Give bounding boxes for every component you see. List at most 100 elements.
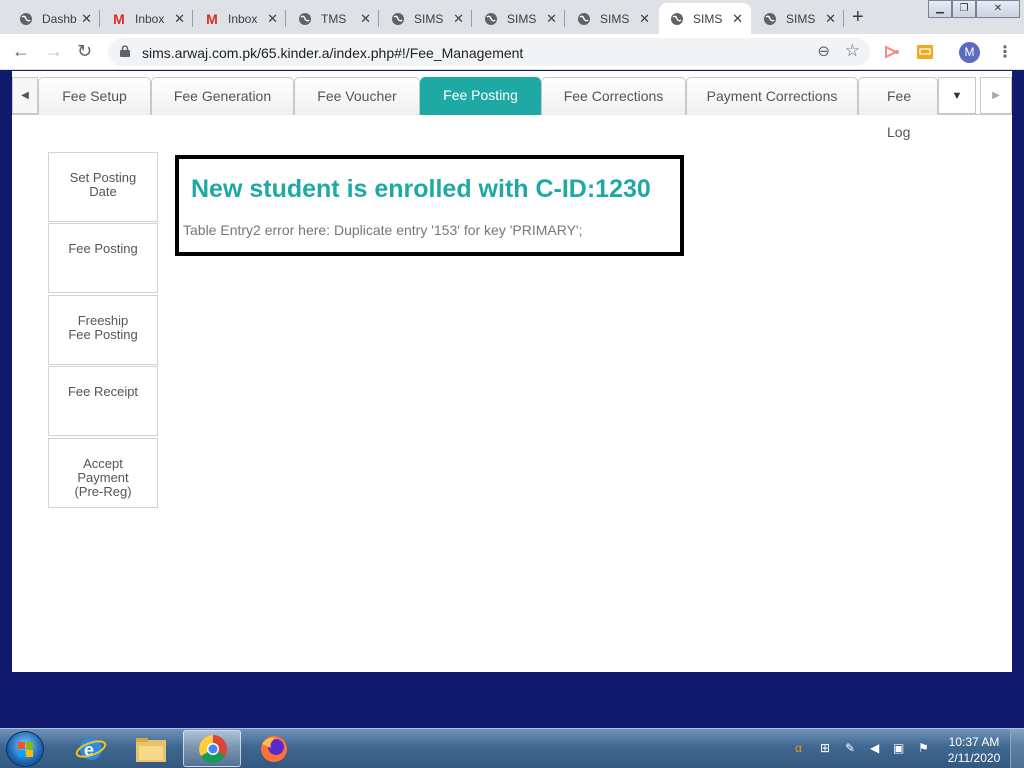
browser-tab-title: Dashb bbox=[42, 11, 77, 26]
browser-tab-title: SIMS bbox=[600, 11, 630, 26]
browser-tab-3[interactable]: TMS ✕ bbox=[287, 3, 379, 34]
browser-tab-0[interactable]: Dashb ✕ bbox=[8, 3, 100, 34]
menu-label: Set Posting bbox=[69, 170, 137, 185]
browser-tab-8[interactable]: SIMS ✕ bbox=[752, 3, 844, 34]
clock-time: 10:37 AM bbox=[948, 735, 1000, 749]
browser-tab-1[interactable]: M Inbox ✕ bbox=[101, 3, 193, 34]
browser-tab-title: Inbox bbox=[228, 11, 258, 26]
scroll-left-button[interactable]: ◀ bbox=[12, 77, 38, 114]
bookmark-star-icon[interactable]: ☆ bbox=[845, 41, 860, 61]
fee-receipt-button[interactable]: Fee Receipt bbox=[48, 366, 158, 436]
lock-icon bbox=[120, 45, 130, 57]
menu-label: Freeship bbox=[77, 313, 129, 328]
success-message: New student is enrolled with C-ID:1230 bbox=[191, 175, 651, 203]
menu-label: Fee Posting bbox=[68, 327, 138, 342]
tabs-dropdown-button[interactable]: ▼ bbox=[938, 77, 976, 114]
menu-label: Fee Posting bbox=[68, 241, 138, 256]
tray-pen-icon[interactable]: ✎ bbox=[845, 741, 855, 755]
extension-arrow-icon[interactable] bbox=[883, 43, 901, 61]
tab-fee-setup[interactable]: Fee Setup bbox=[38, 77, 151, 115]
browser-tabstrip: Dashb ✕ M Inbox ✕ M Inbox ✕ TMS ✕ SIMS ✕… bbox=[0, 0, 1024, 34]
close-icon[interactable]: ✕ bbox=[732, 11, 743, 27]
extension-box-icon[interactable] bbox=[916, 43, 934, 61]
globe-icon bbox=[18, 11, 34, 27]
internet-explorer-taskbar-button[interactable]: e bbox=[62, 730, 120, 767]
browser-tab-4[interactable]: SIMS ✕ bbox=[380, 3, 472, 34]
globe-icon bbox=[297, 11, 313, 27]
page-content: ◀ Fee Setup Fee Generation Fee Voucher F… bbox=[12, 71, 1012, 672]
close-icon[interactable]: ✕ bbox=[546, 11, 557, 27]
browser-tab-7-active[interactable]: SIMS ✕ bbox=[659, 3, 751, 34]
back-icon[interactable]: ← bbox=[12, 41, 30, 62]
explorer-taskbar-button[interactable] bbox=[122, 730, 180, 767]
menu-label: Fee Receipt bbox=[67, 384, 139, 399]
tray-app-icon[interactable]: α bbox=[795, 741, 802, 755]
close-icon[interactable]: ✕ bbox=[267, 11, 278, 27]
menu-dots-icon[interactable]: ⋮ bbox=[997, 42, 1013, 62]
chrome-taskbar-button[interactable] bbox=[183, 730, 241, 767]
close-icon[interactable]: ✕ bbox=[639, 11, 650, 27]
globe-icon bbox=[669, 11, 685, 27]
menu-label: Payment bbox=[77, 470, 129, 485]
tab-fee-log[interactable]: Fee Log bbox=[858, 77, 938, 140]
volume-icon[interactable]: ◀ bbox=[870, 741, 879, 755]
folder-icon bbox=[136, 738, 166, 762]
restore-button[interactable]: ❐ bbox=[952, 0, 976, 18]
zoom-icon[interactable]: ⊖ bbox=[817, 42, 830, 60]
close-window-button[interactable]: ✕ bbox=[976, 0, 1020, 18]
gmail-icon: M bbox=[206, 10, 218, 27]
browser-tab-2[interactable]: M Inbox ✕ bbox=[194, 3, 286, 34]
start-button[interactable] bbox=[6, 731, 44, 767]
globe-icon bbox=[483, 11, 499, 27]
address-bar[interactable]: sims.arwaj.com.pk/65.kinder.a/index.php#… bbox=[108, 38, 870, 66]
browser-tab-title: SIMS bbox=[786, 11, 816, 26]
internet-explorer-icon: e bbox=[75, 738, 107, 760]
windows-taskbar: e α ⊞ ✎ ◀ ▣ ⚑ 10:37 AM 2/11/2020 bbox=[0, 728, 1024, 768]
enrollment-message-box: New student is enrolled with C-ID:1230 T… bbox=[175, 155, 684, 256]
url-text: sims.arwaj.com.pk/65.kinder.a/index.php#… bbox=[142, 45, 524, 61]
tab-fee-corrections[interactable]: Fee Corrections bbox=[541, 77, 686, 115]
globe-icon bbox=[762, 11, 778, 27]
firefox-taskbar-button[interactable] bbox=[245, 730, 303, 767]
close-icon[interactable]: ✕ bbox=[453, 11, 464, 27]
close-icon[interactable]: ✕ bbox=[825, 11, 836, 27]
app-tab-bar: ◀ Fee Setup Fee Generation Fee Voucher F… bbox=[12, 77, 1012, 140]
windows-logo-icon bbox=[18, 742, 33, 757]
error-message: Table Entry2 error here: Duplicate entry… bbox=[183, 222, 583, 238]
freeship-fee-posting-button[interactable]: Freeship Fee Posting bbox=[48, 295, 158, 365]
menu-label: Date bbox=[89, 184, 117, 199]
browser-tab-5[interactable]: SIMS ✕ bbox=[473, 3, 565, 34]
tab-fee-posting[interactable]: Fee Posting bbox=[420, 77, 541, 115]
network-icon[interactable]: ▣ bbox=[893, 741, 904, 755]
accept-payment-pre-reg-button[interactable]: Accept Payment (Pre-Reg) bbox=[48, 438, 158, 508]
scroll-right-button[interactable]: ▶ bbox=[980, 77, 1012, 114]
minimize-button[interactable]: ▁ bbox=[928, 0, 952, 18]
browser-tab-title: SIMS bbox=[693, 11, 723, 26]
globe-icon bbox=[390, 11, 406, 27]
firefox-icon bbox=[261, 736, 287, 762]
show-desktop-button[interactable] bbox=[1010, 729, 1024, 768]
tab-fee-voucher[interactable]: Fee Voucher bbox=[294, 77, 420, 115]
new-tab-button[interactable]: + bbox=[852, 6, 864, 29]
browser-tab-6[interactable]: SIMS ✕ bbox=[566, 3, 658, 34]
browser-tab-title: Inbox bbox=[135, 11, 165, 26]
action-center-flag-icon[interactable]: ⚑ bbox=[918, 741, 929, 755]
tray-network-device-icon[interactable]: ⊞ bbox=[820, 741, 830, 755]
set-posting-date-button[interactable]: Set Posting Date bbox=[48, 152, 158, 222]
browser-toolbar: ← → ↻ sims.arwaj.com.pk/65.kinder.a/inde… bbox=[0, 34, 1024, 70]
close-icon[interactable]: ✕ bbox=[360, 11, 371, 27]
chrome-icon bbox=[199, 735, 227, 763]
fee-posting-button[interactable]: Fee Posting bbox=[48, 223, 158, 293]
gmail-icon: M bbox=[113, 10, 125, 27]
avatar[interactable]: M bbox=[959, 42, 980, 63]
tab-payment-corrections[interactable]: Payment Corrections bbox=[686, 77, 858, 115]
menu-label: Accept bbox=[83, 456, 123, 471]
browser-tab-title: SIMS bbox=[507, 11, 537, 26]
browser-tab-title: TMS bbox=[321, 11, 347, 26]
close-icon[interactable]: ✕ bbox=[174, 11, 185, 27]
forward-icon[interactable]: → bbox=[45, 41, 63, 62]
close-icon[interactable]: ✕ bbox=[81, 11, 92, 27]
reload-icon[interactable]: ↻ bbox=[77, 41, 92, 62]
tab-fee-generation[interactable]: Fee Generation bbox=[151, 77, 294, 115]
taskbar-clock[interactable]: 10:37 AM 2/11/2020 bbox=[944, 734, 1004, 766]
